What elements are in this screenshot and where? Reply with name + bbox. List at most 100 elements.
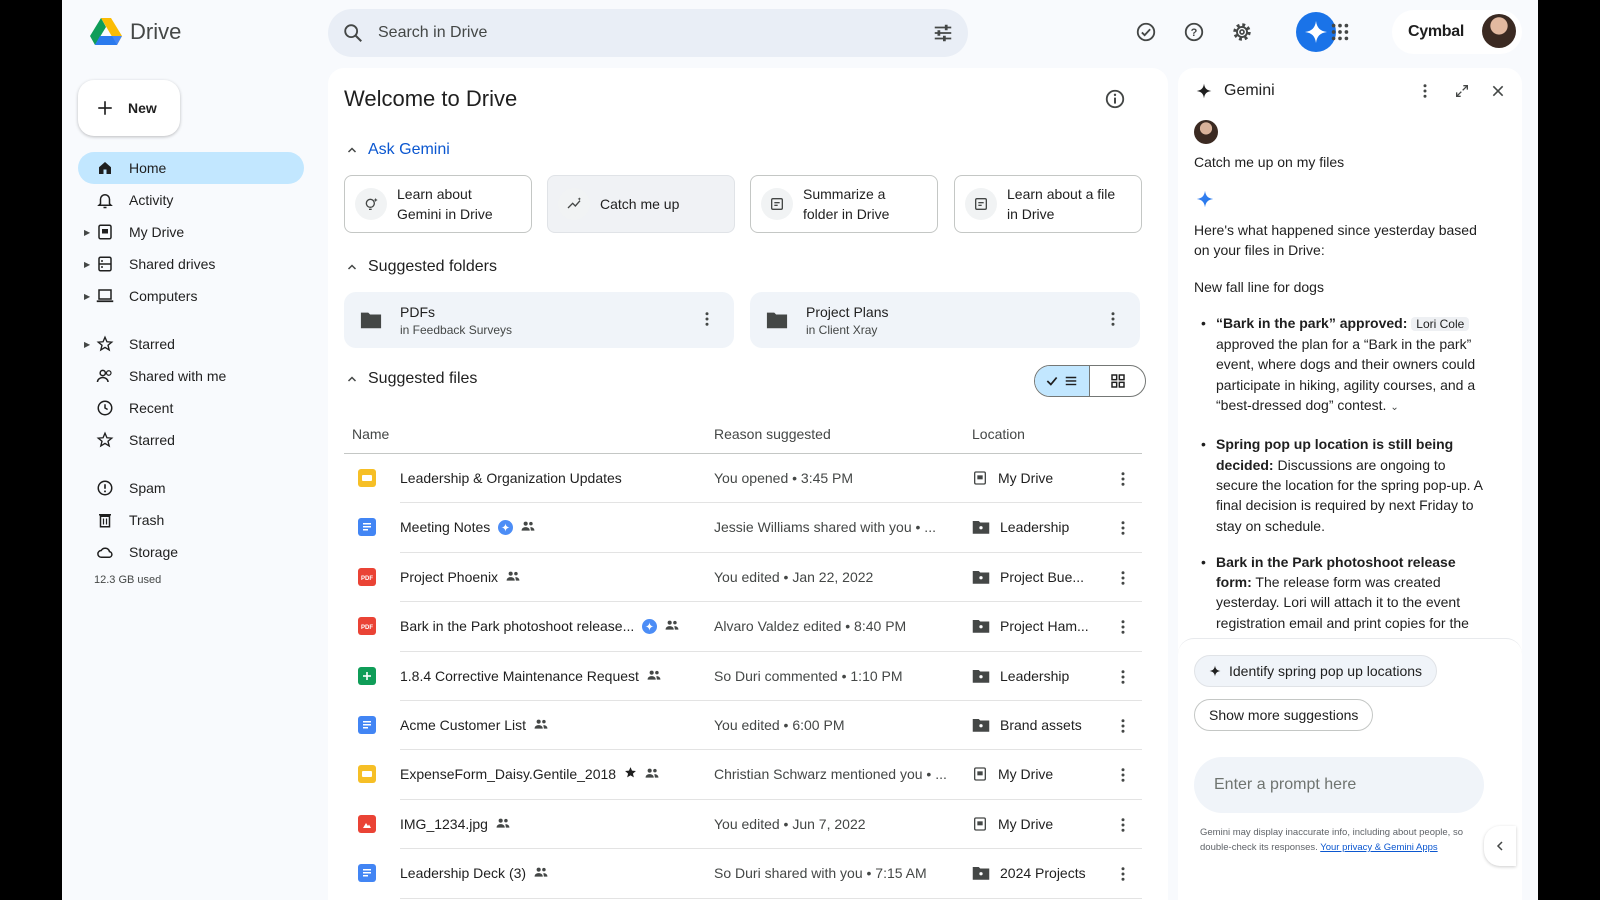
account-switcher[interactable]: Cymbal	[1392, 10, 1522, 54]
more-options-icon[interactable]	[1114, 668, 1132, 689]
more-options-icon[interactable]	[1114, 865, 1132, 886]
more-options-icon[interactable]	[1416, 82, 1434, 105]
sidebar-item-home[interactable]: Home	[78, 152, 304, 184]
table-row[interactable]: ExpenseForm_Daisy.Gentile_2018 Christian …	[344, 750, 1142, 801]
chip-learn-gemini[interactable]: Learn about Gemini in Drive	[344, 175, 532, 233]
folder-card[interactable]: Project Plans in Client Xray	[750, 292, 1140, 348]
folder-card[interactable]: PDFs in Feedback Surveys	[344, 292, 734, 348]
expand-arrow-icon[interactable]: ▶	[84, 228, 90, 237]
table-row[interactable]: PDF Bark in the Park photoshoot release..…	[344, 602, 1142, 652]
sidebar-item-starred[interactable]: ▶ Starred	[78, 328, 304, 360]
info-icon[interactable]	[1104, 88, 1126, 115]
file-location: My Drive	[998, 815, 1054, 832]
list-view-button[interactable]	[1035, 366, 1091, 396]
more-options-icon[interactable]	[1114, 766, 1132, 787]
search-bar[interactable]	[328, 9, 968, 57]
chevron-left-icon	[1496, 841, 1503, 851]
suggested-files-header[interactable]: Suggested files	[346, 370, 477, 388]
file-location-cell[interactable]: My Drive	[972, 816, 1053, 832]
table-row[interactable]: Leadership & Organization Updates You ope…	[344, 454, 1142, 504]
file-name[interactable]: Bark in the Park photoshoot release...	[400, 618, 634, 634]
table-row[interactable]: Leadership Deck (3) So Duri shared with y…	[344, 849, 1142, 899]
file-location-cell[interactable]: My Drive	[972, 766, 1053, 782]
suggestion-chip[interactable]: Identify spring pop up locations	[1194, 655, 1438, 687]
search-icon[interactable]	[342, 22, 364, 44]
sidebar-item-trash[interactable]: Trash	[78, 504, 304, 536]
file-name[interactable]: Meeting Notes	[400, 519, 490, 535]
account-avatar[interactable]	[1482, 14, 1516, 48]
suggested-folders-header[interactable]: Suggested folders	[346, 258, 497, 276]
sidebar-item-shared-with-me[interactable]: Shared with me	[78, 360, 304, 392]
lightbulb-icon	[355, 188, 387, 220]
more-options-icon[interactable]	[1114, 569, 1132, 590]
shared-folder-icon	[972, 668, 990, 684]
expand-icon[interactable]	[1454, 83, 1470, 104]
file-name[interactable]: IMG_1234.jpg	[400, 816, 488, 832]
apps-grid-icon[interactable]	[1322, 14, 1358, 50]
file-name[interactable]: ExpenseForm_Daisy.Gentile_2018	[400, 766, 616, 782]
more-options-icon[interactable]	[1114, 519, 1132, 540]
file-location-cell[interactable]: Leadership	[972, 519, 1069, 535]
show-more-suggestions-button[interactable]: Show more suggestions	[1194, 699, 1374, 731]
new-button[interactable]: New	[78, 80, 180, 136]
file-location-cell[interactable]: Project Ham...	[972, 618, 1089, 634]
file-name[interactable]: Leadership & Organization Updates	[400, 470, 622, 486]
sidebar-item-computers[interactable]: ▶ Computers	[78, 280, 304, 312]
column-name[interactable]: Name	[352, 426, 389, 442]
table-row[interactable]: PDF Project Phoenix You edited • Jan 22, 2…	[344, 553, 1142, 603]
sidebar-item-my-drive[interactable]: ▶ My Drive	[78, 216, 304, 248]
settings-icon[interactable]	[1224, 14, 1260, 50]
file-location-cell[interactable]: Brand assets	[972, 717, 1082, 733]
privacy-link[interactable]: Your privacy & Gemini Apps	[1320, 842, 1437, 853]
sidebar-item-spam[interactable]: Spam	[78, 472, 304, 504]
more-options-icon[interactable]	[1114, 618, 1132, 639]
chip-summarize-folder[interactable]: Summarize a folder in Drive	[750, 175, 938, 233]
chevron-down-icon[interactable]: ⌄	[1390, 402, 1398, 413]
chip-catch-me-up[interactable]: Catch me up	[547, 175, 735, 233]
more-options-icon[interactable]	[1104, 310, 1122, 333]
close-icon[interactable]	[1490, 83, 1506, 104]
chip-line2: folder in Drive	[803, 206, 890, 222]
drive-logo[interactable]: Drive	[90, 18, 181, 46]
ask-gemini-header[interactable]: Ask Gemini	[346, 141, 450, 159]
sidebar-item-shared-drives[interactable]: ▶ Shared drives	[78, 248, 304, 280]
collapse-panel-button[interactable]	[1484, 826, 1516, 866]
table-row[interactable]: IMG_1234.jpg You edited • Jun 7, 2022 My D…	[344, 800, 1142, 850]
file-location-cell[interactable]: My Drive	[972, 470, 1053, 486]
expand-arrow-icon[interactable]: ▶	[84, 260, 90, 269]
file-name[interactable]: Acme Customer List	[400, 717, 526, 733]
column-location[interactable]: Location	[972, 426, 1025, 442]
table-row[interactable]: Acme Customer List You edited • 6:00 PM Br…	[344, 701, 1142, 751]
trending-icon	[558, 188, 590, 220]
file-name[interactable]: Project Phoenix	[400, 569, 498, 585]
table-row[interactable]: Meeting Notes Jessie Williams shared with…	[344, 503, 1142, 554]
sidebar-item-recent[interactable]: Recent	[78, 392, 304, 424]
grid-view-button[interactable]	[1090, 366, 1145, 396]
chevron-up-icon	[347, 376, 357, 382]
sidebar-item-storage[interactable]: Storage	[78, 536, 304, 568]
file-name[interactable]: Leadership Deck (3)	[400, 865, 526, 881]
file-reason: So Duri commented • 1:10 PM	[714, 667, 903, 684]
ready-for-offline-icon[interactable]	[1128, 14, 1164, 50]
more-options-icon[interactable]	[698, 310, 716, 333]
more-options-icon[interactable]	[1114, 717, 1132, 738]
column-reason[interactable]: Reason suggested	[714, 426, 831, 442]
file-location-cell[interactable]: Project Bue...	[972, 569, 1084, 585]
file-name[interactable]: 1.8.4 Corrective Maintenance Request	[400, 668, 639, 684]
help-icon[interactable]: ?	[1176, 14, 1212, 50]
file-location-cell[interactable]: 2024 Projects	[972, 865, 1086, 881]
sidebar-item-label: Starred	[129, 336, 175, 352]
more-options-icon[interactable]	[1114, 470, 1132, 491]
person-chip[interactable]: Lori Cole	[1411, 316, 1470, 331]
prompt-input[interactable]	[1194, 757, 1484, 813]
expand-arrow-icon[interactable]: ▶	[84, 340, 90, 349]
expand-arrow-icon[interactable]: ▶	[84, 292, 90, 301]
sidebar-item-activity[interactable]: Activity	[78, 184, 304, 216]
search-options-icon[interactable]	[932, 22, 954, 44]
table-row[interactable]: 1.8.4 Corrective Maintenance Request So D…	[344, 652, 1142, 702]
sidebar-item-starred-2[interactable]: Starred	[78, 424, 304, 456]
more-options-icon[interactable]	[1114, 816, 1132, 837]
file-location-cell[interactable]: Leadership	[972, 668, 1069, 684]
chip-learn-file[interactable]: Learn about a file in Drive	[954, 175, 1142, 233]
search-input[interactable]	[378, 24, 932, 42]
